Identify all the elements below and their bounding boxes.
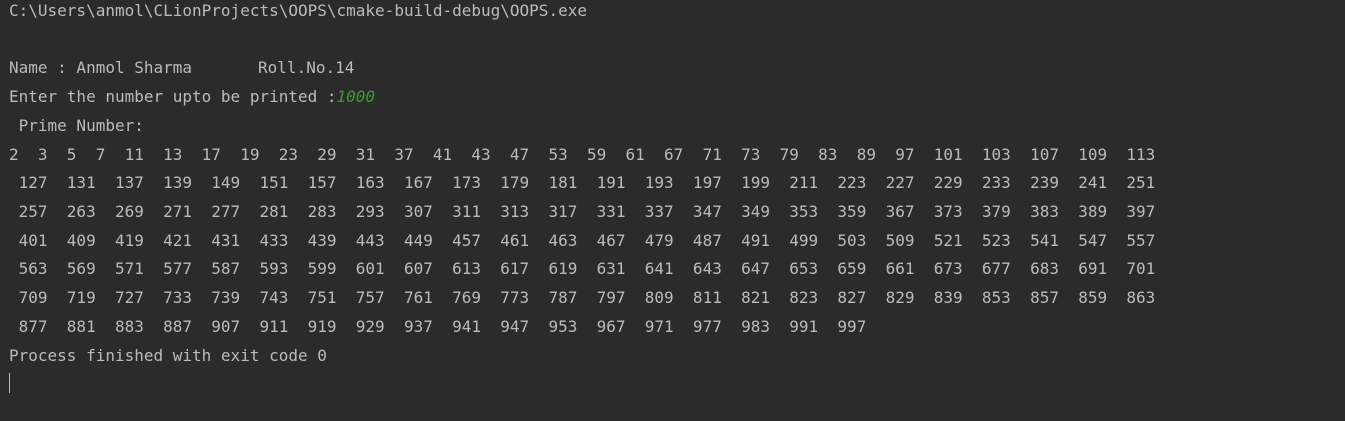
- text-cursor[interactable]: [9, 373, 10, 393]
- prime-header: Prime Number:: [9, 116, 144, 135]
- student-name: Name : Anmol Sharma: [9, 58, 193, 77]
- prime-row: 257 263 269 271 277 281 283 293 307 311 …: [9, 202, 1156, 221]
- student-info-line: Name : Anmol Sharma Roll.No.14: [9, 57, 354, 86]
- input-prompt: Enter the number upto be printed :: [9, 87, 337, 106]
- input-prompt-line: Enter the number upto be printed :1000: [9, 86, 375, 115]
- prime-row: 127 131 137 139 149 151 157 163 167 173 …: [9, 173, 1156, 192]
- prime-row: 401 409 419 421 431 433 439 443 449 457 …: [9, 231, 1156, 250]
- exit-status: Process finished with exit code 0: [9, 346, 327, 365]
- console-output: C:\Users\anmol\CLionProjects\OOPS\cmake-…: [9, 0, 1345, 421]
- prime-row: 709 719 727 733 739 743 751 757 761 769 …: [9, 288, 1156, 307]
- roll-number: Roll.No.14: [258, 58, 355, 77]
- executable-path: C:\Users\anmol\CLionProjects\OOPS\cmake-…: [9, 1, 587, 20]
- prime-row: 877 881 883 887 907 911 919 929 937 941 …: [9, 317, 867, 336]
- user-input-value: 1000: [336, 87, 376, 106]
- prime-row: 563 569 571 577 587 593 599 601 607 613 …: [9, 259, 1156, 278]
- prime-row: 2 3 5 7 11 13 17 19 23 29 31 37 41 43 47…: [9, 145, 1156, 164]
